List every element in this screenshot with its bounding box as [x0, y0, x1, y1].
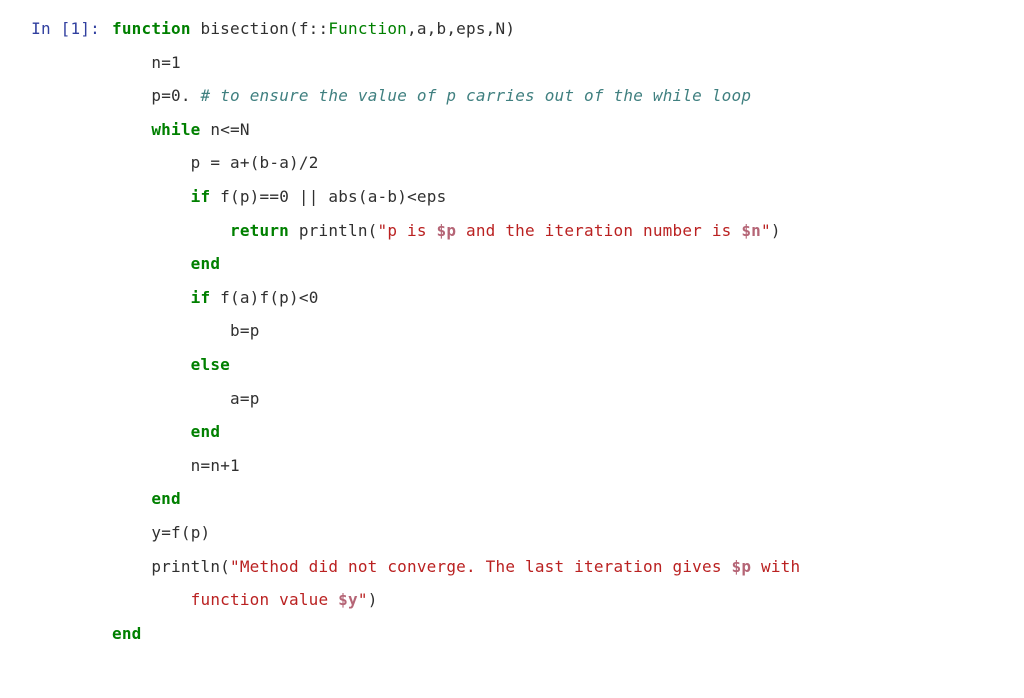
dcolons: ::	[309, 19, 329, 38]
ident-N: N	[240, 120, 250, 139]
assign-lhs: n	[151, 53, 161, 72]
keyword-return: return	[230, 221, 289, 240]
op-plus: +	[220, 456, 230, 475]
op-minus: -	[378, 187, 388, 206]
num-1: 1	[171, 53, 181, 72]
prompt-text: In [1]:	[8, 12, 100, 46]
op-div: /	[299, 153, 309, 172]
interp-y: $y	[338, 590, 358, 609]
equals: =	[201, 456, 211, 475]
code-area[interactable]: function bisection(f::Function,a,b,eps,N…	[112, 12, 1016, 650]
equals: =	[161, 86, 171, 105]
keyword-end: end	[191, 254, 221, 273]
ident-n: n	[201, 120, 221, 139]
abs-b: b)	[387, 187, 407, 206]
str-open: "p is	[378, 221, 437, 240]
space	[289, 187, 299, 206]
ident-p: p	[250, 389, 260, 408]
num-0dot: 0.	[171, 86, 191, 105]
interp-n: $n	[741, 221, 761, 240]
ident-p: p	[250, 321, 260, 340]
call-fp: f(p)	[210, 187, 259, 206]
num-2: 2	[309, 153, 319, 172]
space	[191, 86, 201, 105]
num-1: 1	[230, 456, 240, 475]
keyword-end: end	[151, 489, 181, 508]
call-abs-a: abs(a	[319, 187, 378, 206]
op-lt: <	[299, 288, 309, 307]
op-eq: ==	[260, 187, 280, 206]
type-function: Function	[328, 19, 407, 38]
equals: =	[161, 523, 171, 542]
func-sig-rest: ,a,b,eps,N)	[407, 19, 515, 38]
keyword-if: if	[191, 187, 211, 206]
interp-p: $p	[437, 221, 457, 240]
comment: # to ensure the value of p carries out o…	[201, 86, 752, 105]
op-or: ||	[299, 187, 319, 206]
ident-p: p	[191, 153, 211, 172]
str2-cont: function value	[191, 590, 339, 609]
str-mid: and the iteration number is	[456, 221, 741, 240]
keyword-if: if	[191, 288, 211, 307]
call-fafp: f(a)f(p)	[210, 288, 299, 307]
jupyter-code-cell: In [1]: function bisection(f::Function,a…	[0, 0, 1024, 662]
equals: =	[240, 321, 250, 340]
ident-b: b	[230, 321, 240, 340]
op-minus: -	[269, 153, 279, 172]
keyword-while: while	[151, 120, 200, 139]
equals: =	[161, 53, 171, 72]
num-0: 0	[309, 288, 319, 307]
ident-n: n	[191, 456, 201, 475]
code-content: function bisection(f::Function,a,b,eps,N…	[112, 12, 1016, 650]
op-le: <=	[220, 120, 240, 139]
equals: =	[210, 153, 220, 172]
equals: =	[240, 389, 250, 408]
ident-a: a	[230, 389, 240, 408]
paren-b: (b	[250, 153, 270, 172]
op-plus: +	[240, 153, 250, 172]
keyword-end: end	[112, 624, 142, 643]
paren-close: )	[771, 221, 781, 240]
num-0: 0	[279, 187, 289, 206]
str2-close: "	[358, 590, 368, 609]
str2-open: "Method did not converge. The last itera…	[230, 557, 731, 576]
paren-a: a)	[279, 153, 299, 172]
keyword-end: end	[191, 422, 221, 441]
ident-y: y	[151, 523, 161, 542]
str2-mid: with	[751, 557, 800, 576]
keyword-else: else	[191, 355, 230, 374]
assign-lhs: p	[151, 86, 161, 105]
ident-n2: n	[210, 456, 220, 475]
ident-eps: eps	[417, 187, 447, 206]
func-sig-part: bisection(f	[191, 19, 309, 38]
interp-p2: $p	[732, 557, 752, 576]
paren-close2: )	[368, 590, 378, 609]
call-fp2: f(p)	[171, 523, 210, 542]
ident-a: a	[220, 153, 240, 172]
input-prompt: In [1]:	[8, 12, 112, 650]
call-println: println(	[289, 221, 378, 240]
str-close: "	[761, 221, 771, 240]
op-lt: <	[407, 187, 417, 206]
call-println2: println(	[151, 557, 230, 576]
keyword-function: function	[112, 19, 191, 38]
